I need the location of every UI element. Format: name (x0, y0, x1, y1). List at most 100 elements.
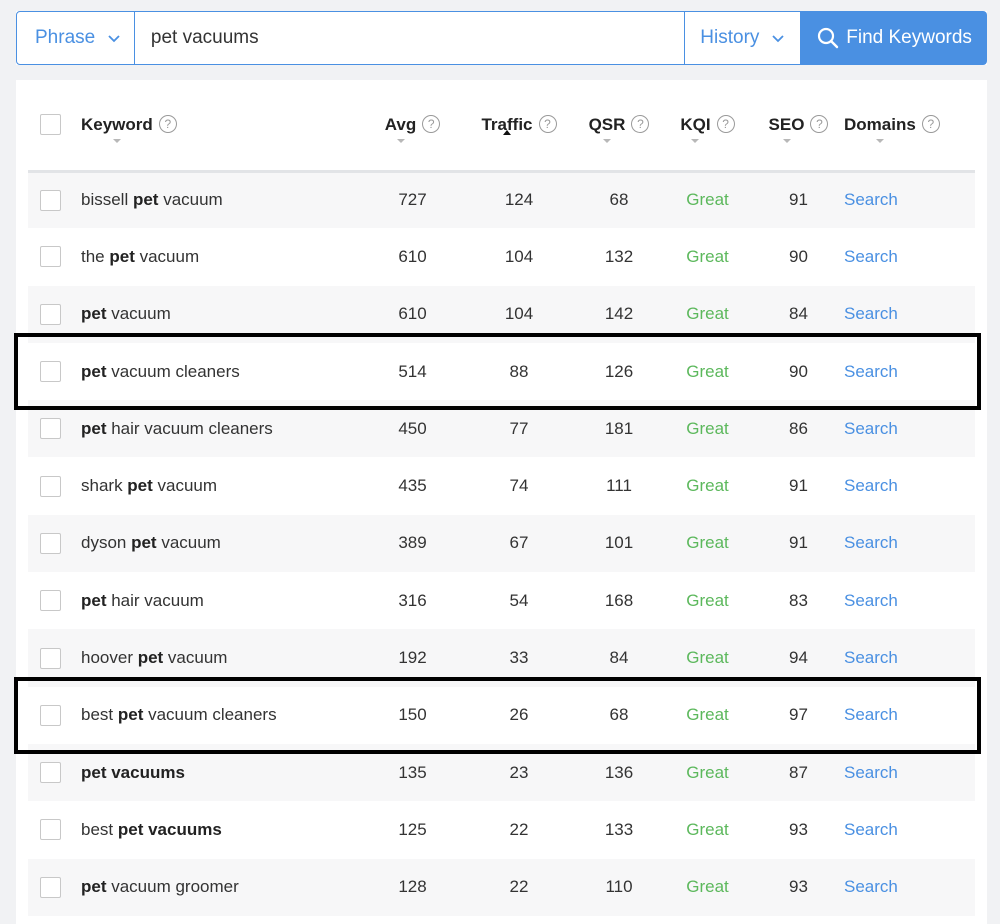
keyword-suffix: vacuum (163, 648, 228, 668)
keyword-prefix: dyson (81, 533, 132, 553)
find-keywords-button[interactable]: Find Keywords (801, 11, 987, 65)
help-icon[interactable]: ? (631, 114, 650, 133)
help-icon[interactable]: ? (158, 114, 177, 133)
domains-search-link[interactable]: Search (844, 820, 898, 839)
keyword-prefix: bissell (81, 190, 133, 210)
help-icon[interactable]: ? (716, 114, 735, 133)
column-header-keyword[interactable]: Keyword? (81, 80, 363, 171)
qsr-cell: 110 (605, 877, 633, 897)
keyword-suffix: vacuum (158, 190, 223, 210)
kqi-cell: Great (686, 304, 729, 324)
kqi-cell: Great (686, 533, 729, 553)
sort-arrow-active-icon (503, 129, 511, 135)
traffic-cell: 104 (504, 246, 534, 266)
keyword-suffix: vacuum (152, 476, 218, 496)
help-icon[interactable]: ? (538, 114, 557, 133)
keyword-prefix: best (81, 705, 118, 725)
row-checkbox[interactable] (40, 246, 61, 268)
qsr-cell: 142 (604, 304, 634, 324)
domains-search-link[interactable]: Search (844, 476, 898, 495)
keyword-match: pet (81, 361, 107, 381)
keyword-match: pet (81, 304, 107, 324)
keyword-results-table: Keyword? Avg? Traffic? QSR? KQI? SEO? Do… (28, 80, 975, 916)
domains-search-link[interactable]: Search (844, 190, 898, 209)
seo-cell: 94 (789, 648, 808, 668)
table-row: shark pet vacuum 435 74 111 Great 91 Search (28, 457, 975, 515)
avg-cell: 135 (398, 762, 427, 782)
domains-search-link[interactable]: Search (844, 591, 898, 610)
seo-cell: 84 (789, 304, 808, 324)
keyword-prefix: the (81, 246, 110, 266)
table-row: best pet vacuum cleaners 150 26 68 Great 97 Se… (28, 686, 975, 744)
domains-search-link[interactable]: Search (844, 247, 898, 266)
keyword-prefix: best (81, 819, 118, 839)
keyword-rows: bissell pet vacuum 727 124 68 Great 91 Search t… (28, 171, 975, 916)
row-checkbox[interactable] (40, 762, 61, 784)
column-header-seo[interactable]: SEO? (753, 80, 844, 171)
column-header-traffic[interactable]: Traffic? (462, 80, 576, 171)
keyword-cell: best pet vacuums (81, 801, 363, 858)
kqi-cell: Great (686, 246, 729, 266)
keyword-search-input[interactable]: pet vacuums (134, 11, 686, 65)
domains-search-link[interactable]: Search (844, 648, 898, 667)
avg-cell: 128 (398, 877, 427, 897)
avg-cell: 727 (398, 190, 427, 210)
domains-search-link[interactable]: Search (844, 763, 898, 782)
row-checkbox[interactable] (40, 704, 61, 726)
table-row: dyson pet vacuum 389 67 101 Great 91 Search (28, 514, 975, 573)
row-checkbox[interactable] (40, 361, 61, 383)
keyword-suffix: vacuum (134, 246, 200, 266)
qsr-cell: 136 (604, 762, 634, 782)
row-checkbox[interactable] (40, 819, 61, 841)
keyword-prefix: hoover (81, 648, 138, 668)
row-checkbox[interactable] (40, 590, 61, 612)
sort-arrow-icon (603, 138, 611, 143)
qsr-cell: 84 (609, 648, 629, 668)
kqi-cell: Great (686, 418, 729, 438)
table-row: pet vacuum groomer 128 22 110 Great 93 Search (28, 858, 975, 916)
row-checkbox[interactable] (40, 532, 61, 554)
row-checkbox[interactable] (40, 475, 61, 497)
keyword-cell: pet hair vacuum cleaners (81, 400, 363, 457)
match-type-dropdown[interactable]: Phrase (16, 11, 135, 65)
row-checkbox[interactable] (40, 418, 61, 440)
qsr-cell: 68 (609, 190, 629, 210)
domains-search-link[interactable]: Search (844, 533, 898, 552)
keyword-cell: shark pet vacuum (81, 457, 363, 514)
column-header-kqi[interactable]: KQI? (662, 80, 753, 171)
help-icon[interactable]: ? (921, 114, 940, 133)
domains-search-link[interactable]: Search (844, 419, 898, 438)
kqi-cell: Great (686, 361, 729, 381)
domains-search-link[interactable]: Search (844, 705, 898, 724)
column-header-domains[interactable]: Domains? (844, 80, 975, 171)
help-icon[interactable]: ? (810, 114, 829, 133)
domains-search-link[interactable]: Search (844, 877, 898, 896)
column-header-qsr[interactable]: QSR? (576, 80, 662, 171)
keyword-cell: pet vacuum (81, 286, 363, 343)
qsr-cell: 68 (609, 705, 629, 725)
seo-cell: 87 (789, 762, 808, 782)
traffic-cell: 23 (509, 762, 529, 782)
row-checkbox[interactable] (40, 303, 61, 325)
kqi-cell: Great (686, 590, 729, 610)
row-checkbox[interactable] (40, 876, 61, 898)
seo-cell: 91 (789, 190, 808, 210)
domains-search-link[interactable]: Search (844, 362, 898, 381)
traffic-cell: 74 (509, 476, 529, 496)
qsr-cell: 101 (604, 533, 634, 553)
keyword-match: pet (109, 246, 135, 266)
keyword-match: pet (117, 705, 144, 725)
help-icon[interactable]: ? (422, 114, 441, 133)
kqi-cell: Great (686, 190, 729, 210)
qsr-cell: 111 (606, 476, 632, 496)
history-dropdown[interactable]: History (684, 11, 802, 65)
seo-cell: 93 (789, 877, 808, 897)
domains-search-link[interactable]: Search (844, 304, 898, 323)
row-checkbox[interactable] (40, 647, 61, 669)
keyword-suffix: vacuum cleaners (143, 705, 277, 725)
column-header-avg[interactable]: Avg? (363, 80, 462, 171)
row-checkbox[interactable] (40, 189, 61, 211)
seo-cell: 91 (789, 533, 808, 553)
kqi-cell: Great (686, 762, 729, 782)
select-all-checkbox[interactable] (40, 114, 61, 136)
